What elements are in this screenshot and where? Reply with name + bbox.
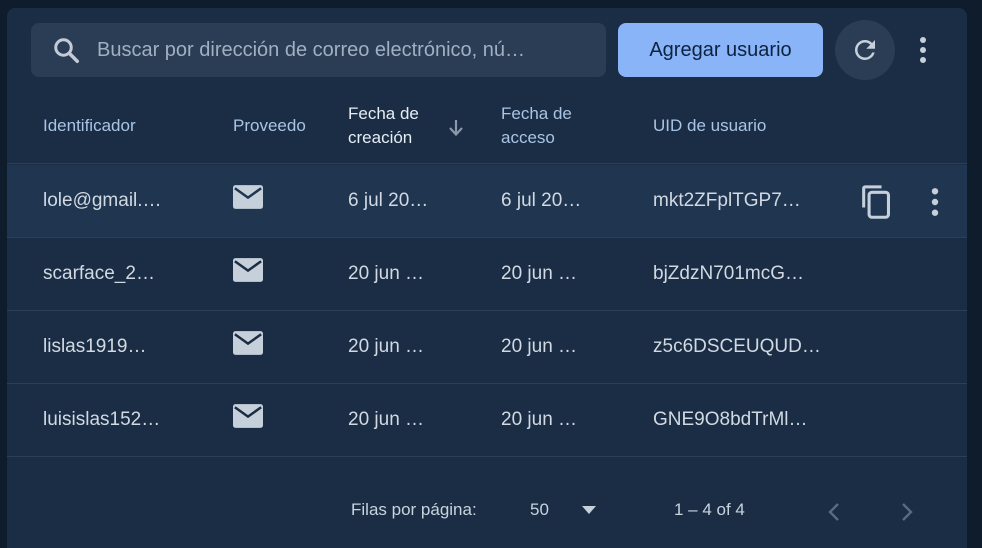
users-panel: Agregar usuario Identificador Proveedo F… [7, 8, 967, 548]
uid-cell: GNE9O8bdTrMl… [653, 409, 808, 430]
column-header-provider[interactable]: Proveedo [233, 88, 306, 164]
created-cell: 6 jul 20… [348, 190, 429, 211]
accessed-cell: 20 jun … [501, 409, 578, 430]
identifier-cell: luisislas152… [43, 409, 161, 430]
chevron-right-icon[interactable] [900, 501, 914, 523]
search-box[interactable] [31, 23, 606, 77]
refresh-icon [854, 39, 875, 60]
created-cell: 20 jun … [348, 336, 425, 357]
mail-icon [233, 404, 263, 428]
copy-icon[interactable] [859, 184, 893, 220]
created-cell: 20 jun … [348, 263, 425, 284]
table-row[interactable]: luisislas152… 20 jun … 20 jun … GNE9O8bd… [7, 384, 967, 457]
column-header-identifier[interactable]: Identificador [43, 88, 136, 164]
add-user-button[interactable]: Agregar usuario [618, 23, 823, 77]
uid-cell: bjZdzN701mcG… [653, 263, 804, 284]
table-row[interactable]: lole@gmail.… 6 jul 20… 6 jul 20… mkt2ZFp… [7, 165, 967, 238]
search-icon [54, 38, 79, 63]
arrow-down-icon[interactable] [447, 118, 465, 138]
search-input[interactable] [97, 38, 557, 62]
column-header-uid[interactable]: UID de usuario [653, 88, 766, 164]
rows-per-page-select[interactable]: 50 [530, 500, 549, 520]
identifier-cell: scarface_2… [43, 263, 155, 284]
identifier-cell: lislas1919… [43, 336, 147, 357]
accessed-cell: 20 jun … [501, 263, 578, 284]
more-vert-icon [920, 37, 926, 63]
dropdown-arrow-icon[interactable] [581, 505, 597, 515]
uid-cell: mkt2ZFplTGP7… [653, 190, 801, 211]
created-cell: 20 jun … [348, 409, 425, 430]
rows-per-page-label: Filas por página: [351, 500, 477, 519]
table-row[interactable]: lislas1919… 20 jun … 20 jun … z5c6DSCEUQ… [7, 311, 967, 384]
accessed-cell: 6 jul 20… [501, 190, 582, 211]
mail-icon [233, 331, 263, 355]
refresh-button[interactable] [835, 20, 895, 80]
more-options-button[interactable] [909, 30, 937, 70]
column-header-created[interactable]: Fecha de creación [348, 88, 419, 164]
table-header: Identificador Proveedo Fecha de creación… [7, 88, 967, 164]
identifier-cell: lole@gmail.… [43, 190, 162, 211]
uid-cell: z5c6DSCEUQUD… [653, 336, 821, 357]
pagination-range: 1 – 4 of 4 [674, 500, 745, 519]
mail-icon [233, 185, 263, 209]
more-vert-icon[interactable] [925, 187, 945, 217]
chevron-left-icon[interactable] [827, 501, 841, 523]
table-row[interactable]: scarface_2… 20 jun … 20 jun … bjZdzN701m… [7, 238, 967, 311]
mail-icon [233, 258, 263, 282]
accessed-cell: 20 jun … [501, 336, 578, 357]
column-header-accessed[interactable]: Fecha de acceso [501, 88, 572, 164]
